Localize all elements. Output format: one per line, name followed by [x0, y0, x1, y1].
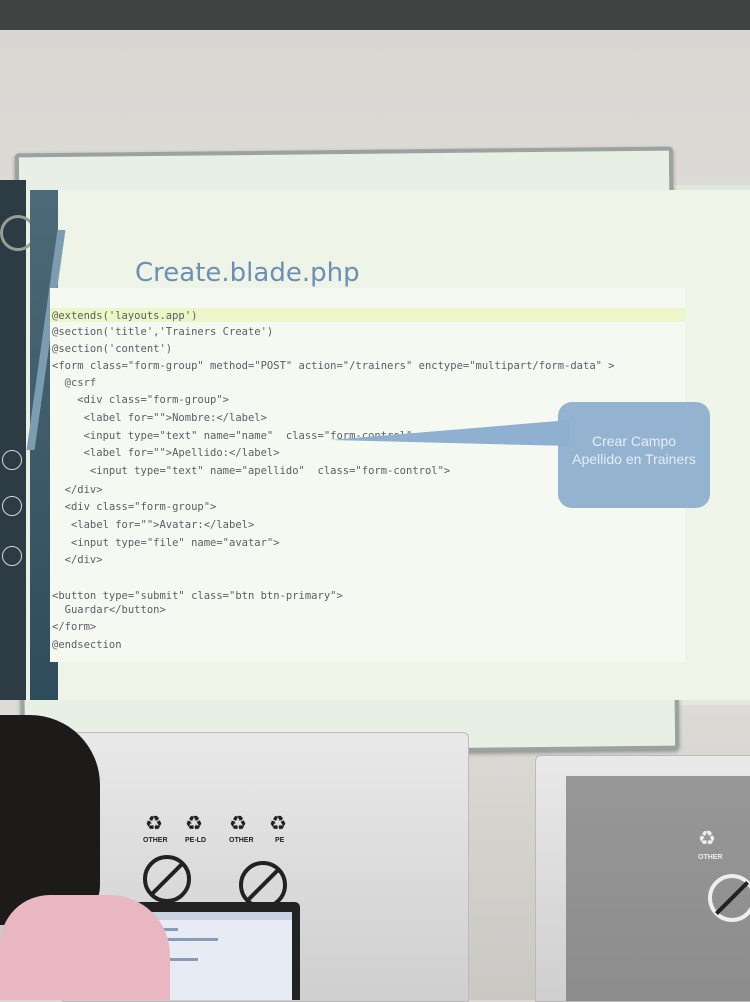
- code-line: <input type="file" name="avatar">: [52, 537, 280, 549]
- code-line: @section('title','Trainers Create'): [52, 326, 274, 338]
- print-icon: [2, 546, 22, 566]
- recycle-label: OTHER: [698, 854, 723, 861]
- code-line: @csrf: [52, 377, 97, 389]
- code-line: <button type="submit" class="btn btn-pri…: [52, 590, 343, 602]
- code-line: Guardar</button>: [52, 604, 166, 616]
- code-line: <label for="">Apellido:</label>: [52, 447, 280, 459]
- code-line: <input type="text" name="apellido" class…: [52, 465, 451, 477]
- code-line: <form class="form-group" method="POST" a…: [52, 360, 615, 372]
- no-child-icon: [143, 855, 191, 903]
- code-line: </div>: [52, 484, 103, 496]
- code-line: <div class="form-group">: [52, 501, 217, 513]
- code-line: <div class="form-group">: [52, 394, 230, 406]
- callout-text: Crear Campo Apellido en Trainers: [558, 432, 710, 468]
- person-hair: [0, 715, 100, 925]
- callout-line-1: Crear Campo: [591, 433, 677, 449]
- code-line: @endsection: [52, 639, 122, 651]
- recycle-label: OTHER: [143, 837, 168, 844]
- code-line: <label for="">Avatar:</label>: [52, 519, 255, 531]
- grid-icon: [2, 450, 22, 470]
- side-device: [0, 180, 26, 700]
- callout-line-2: Apellido en Trainers: [572, 451, 696, 467]
- recycle-icon: ♻: [145, 813, 163, 835]
- code-line: @section('content'): [52, 343, 173, 355]
- code-line: <label for="">Nombre:</label>: [52, 412, 267, 424]
- callout-bubble: Crear Campo Apellido en Trainers: [558, 402, 710, 508]
- recycle-icon: ♻: [229, 813, 247, 835]
- chair-back-right: ♻ OTHER: [535, 755, 750, 1002]
- code-line: </form>: [52, 621, 97, 633]
- slide-title: Create.blade.php: [135, 258, 360, 288]
- code-line: </div>: [52, 554, 103, 566]
- recycle-icon: ♻: [185, 813, 203, 835]
- recycle-icon: ♻: [269, 813, 287, 835]
- person-hoodie: [0, 895, 170, 1000]
- no-child-icon: [708, 874, 750, 922]
- projected-slide: Create.blade.php @extends('layouts.app')…: [26, 190, 750, 700]
- window-icon: [2, 496, 22, 516]
- recycle-label: PE-LD: [185, 837, 206, 844]
- recycle-icon: ♻: [698, 828, 716, 850]
- callout-pointer: [330, 420, 570, 446]
- code-line: @extends('layouts.app'): [52, 310, 198, 322]
- recycle-label: OTHER: [229, 837, 254, 844]
- recycle-label: PE: [275, 837, 285, 844]
